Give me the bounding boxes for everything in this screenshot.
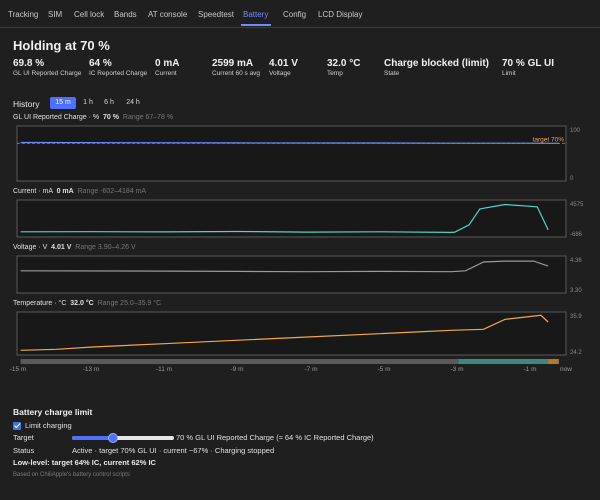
- target-value-text: 70 % GL UI Reported Charge (≈ 64 % IC Re…: [176, 433, 374, 442]
- limit-charging-checkbox[interactable]: [13, 421, 21, 430]
- chart-charge-ytick-max: 100: [570, 128, 581, 134]
- state-bar-segment-blocked: [20, 359, 459, 364]
- target-slider-fill: [72, 436, 113, 440]
- battery-limit-title: Battery charge limit: [13, 407, 93, 417]
- chart-charge-series-line: [20, 141, 559, 144]
- x-tick: -5 m: [377, 366, 391, 373]
- chart-current-ytick-max: 4575: [570, 202, 584, 208]
- chart-voltage-ytick-max: 4.36: [570, 258, 582, 264]
- low-level-text: Low-level: target 64% IC, current 62% IC: [13, 458, 156, 467]
- limit-charging-row[interactable]: Limit charging: [13, 420, 72, 431]
- target-label: Target: [13, 433, 34, 442]
- x-tick: -11 m: [155, 366, 173, 373]
- status-text: Active · target 70% GL UI · current ~67%…: [72, 446, 275, 455]
- chart-voltage-ytick-min: 3.30: [570, 288, 582, 294]
- state-bar-segment-hold: [548, 359, 559, 364]
- x-tick: now: [560, 366, 572, 373]
- x-tick: -9 m: [230, 366, 244, 373]
- chart-temp-frame: [16, 311, 567, 356]
- x-tick: -1 m: [523, 366, 537, 373]
- chart-temp-ytick-min: 24.2: [570, 350, 582, 356]
- target-slider-thumb[interactable]: [107, 433, 118, 443]
- x-tick: -15 m: [9, 366, 27, 373]
- x-tick: -3 m: [450, 366, 464, 373]
- target-slider[interactable]: [72, 433, 174, 443]
- chart-current-ytick-min: -686: [570, 232, 583, 238]
- chart-charge-frame: [16, 125, 567, 182]
- limit-charging-label: Limit charging: [25, 421, 72, 430]
- chart-temp-ytick-max: 35.9: [570, 314, 582, 320]
- x-tick: -7 m: [304, 366, 318, 373]
- state-bar-segment-charging: [458, 359, 549, 364]
- footer-credit: Based on ChiliApple's battery control sc…: [13, 472, 130, 478]
- status-label: Status: [13, 446, 35, 455]
- chart-charge-target-label: target 70%: [533, 136, 565, 143]
- history-charts: 100 0 target 70% 4575 -686 4.36 3.30 35.9 24.2: [16, 125, 584, 364]
- chart-charge-ytick-min: 0: [570, 176, 574, 182]
- x-tick: -13 m: [82, 366, 100, 373]
